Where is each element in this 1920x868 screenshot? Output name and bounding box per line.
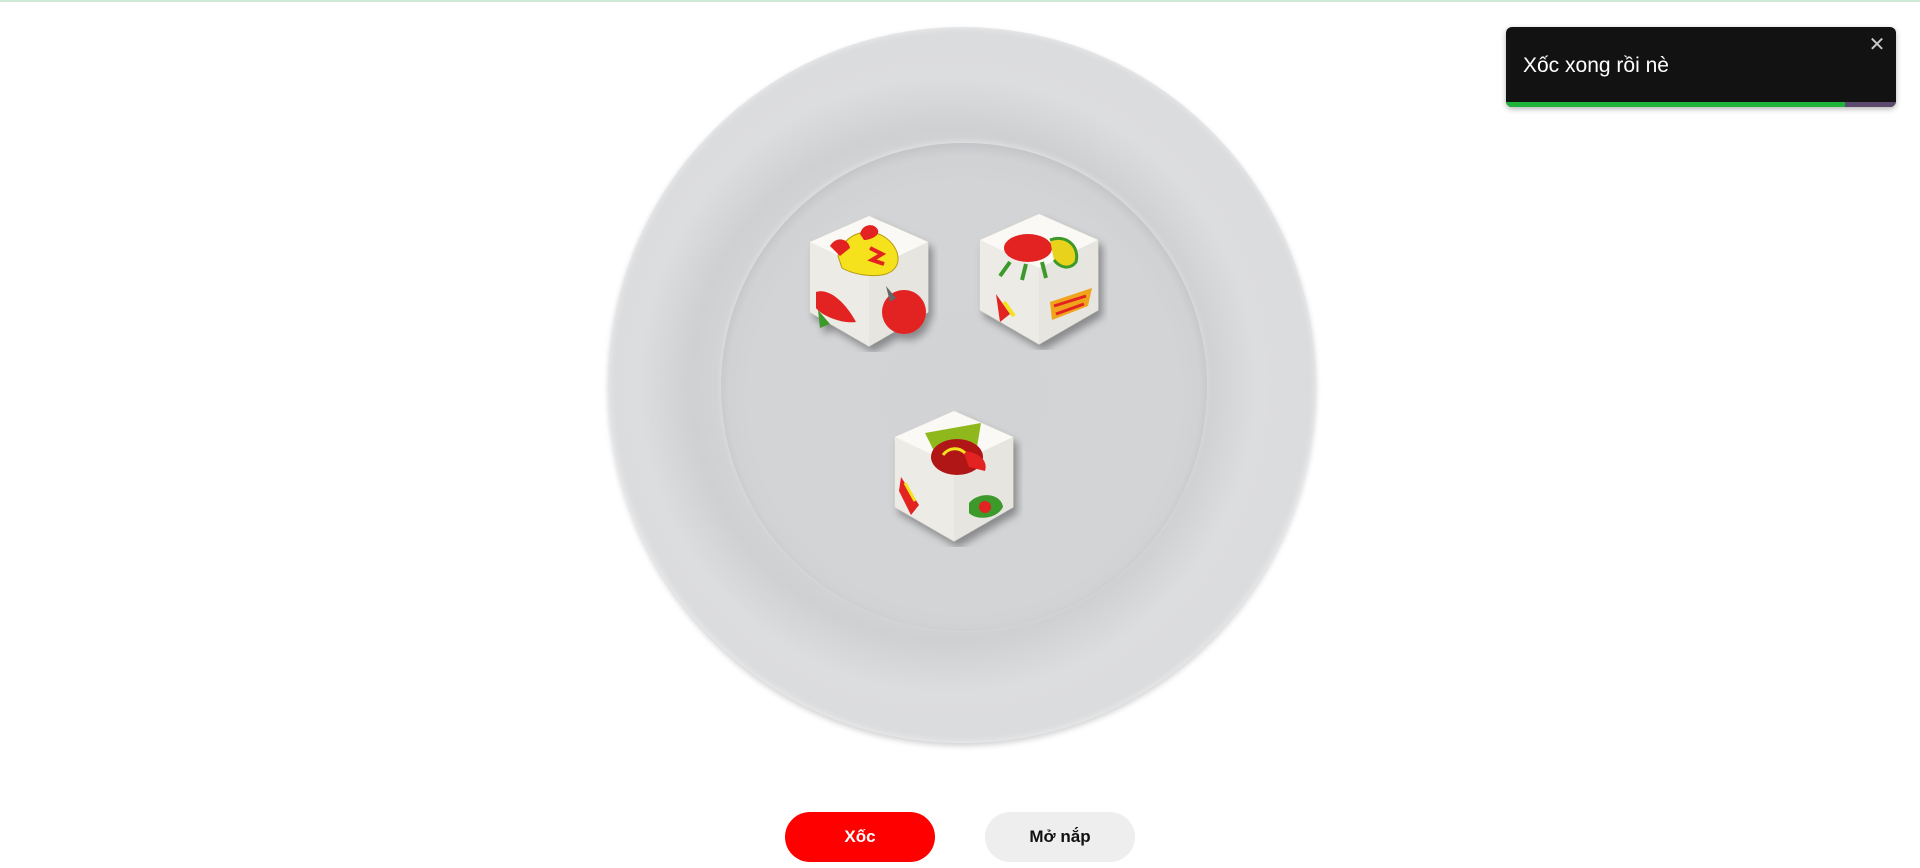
- rooster-die-icon: [809, 215, 929, 347]
- plate: [608, 27, 1316, 743]
- toast-message: Xốc xong rồi nè: [1523, 54, 1669, 77]
- toast-notification: Xốc xong rồi nè ✕: [1506, 27, 1896, 107]
- close-icon[interactable]: ✕: [1866, 35, 1888, 57]
- die-fish: [885, 407, 1023, 547]
- fish-die-icon: [894, 410, 1014, 542]
- open-lid-button[interactable]: Mở nắp: [985, 812, 1135, 862]
- shake-button[interactable]: Xốc: [785, 812, 935, 862]
- top-progress-line: [0, 0, 1920, 2]
- toast-progress-bar: [1506, 102, 1846, 107]
- toast-progress-track: [1506, 102, 1896, 107]
- die-rooster: [800, 212, 938, 352]
- die-shrimp: [970, 210, 1108, 350]
- plate-well: [721, 143, 1207, 631]
- shrimp-die-icon: [979, 213, 1099, 345]
